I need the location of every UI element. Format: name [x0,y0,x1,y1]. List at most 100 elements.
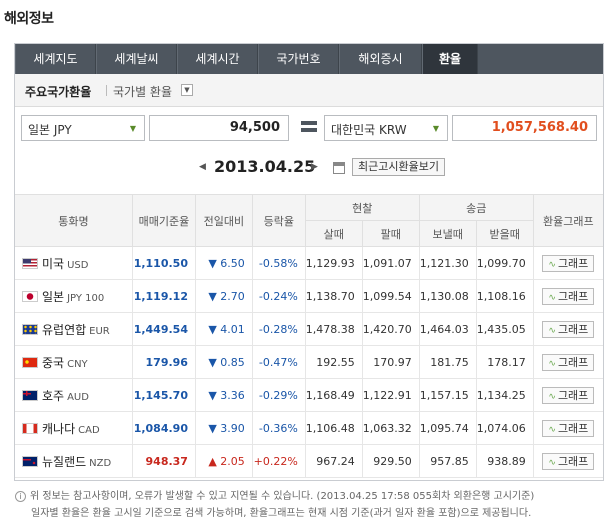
cash-sell: 1,122.91 [361,378,420,412]
graph-button[interactable]: ∿ 그래프 [542,287,595,305]
jp-flag-icon [22,290,38,302]
graph-button[interactable]: ∿ 그래프 [542,320,595,338]
table-row: 유럽연합 EUR 1,449.54 ▼ 4.01 -0.28% 1,478.38 … [15,312,603,346]
remit-send: 1,157.15 [418,378,477,412]
currency-name: 미국 [42,256,65,271]
recent-rate-button[interactable]: 최근고시환율보기 [352,158,445,176]
cash-sell: 170.97 [361,345,420,379]
graph-label: 그래프 [557,355,589,369]
chart-icon: ∿ [548,358,556,369]
currency-name: 중국 [42,355,65,370]
cash-buy: 1,168.49 [304,378,363,412]
cash-sell: 1,420.70 [361,312,420,346]
tab-overseas-stock[interactable]: 해외증시 [339,44,422,74]
divider [106,85,107,96]
change-value: ▼ 6.50 [194,246,253,280]
next-date-icon[interactable]: ▶ [311,162,318,172]
remit-receive: 178.17 [475,345,534,379]
remit-send: 1,130.08 [418,279,477,313]
currency-code: EUR [89,325,110,337]
info-icon: i [15,491,26,502]
tab-world-map[interactable]: 세계지도 [15,44,96,74]
ca-flag-icon [22,422,38,434]
calendar-icon[interactable] [333,162,345,174]
cn-flag-icon [22,356,38,368]
chart-icon: ∿ [548,457,556,468]
table-row: 뉴질랜드 NZD 948.37 ▲ 2.05 +0.22% 967.24 929.… [15,444,603,478]
col-cash: 현찰 [304,194,420,221]
from-amount-value: 94,500 [229,120,280,135]
change-rate: -0.24% [251,279,306,313]
base-rate: 1,110.50 [131,246,196,280]
us-flag-icon [22,257,38,269]
cash-sell: 929.50 [361,444,420,478]
change-rate: -0.29% [251,378,306,412]
tab-exchange-rate[interactable]: 환율 [422,44,478,74]
note-line-2: 일자별 환율은 환율 고시일 기준으로 검색 가능하며, 환율그래프는 현재 시… [31,508,532,519]
currency-name: 뉴질랜드 [42,454,87,469]
eu-flag-icon [22,323,38,335]
col-base-rate: 매매기준율 [131,194,196,247]
tab-country-code[interactable]: 국가번호 [258,44,339,74]
to-amount-output[interactable]: 1,057,568.40 [452,115,597,141]
currency-code: CNY [67,358,88,370]
change-rate: -0.47% [251,345,306,379]
change-value: ▼ 3.90 [194,411,253,445]
graph-button[interactable]: ∿ 그래프 [542,386,595,404]
base-rate: 179.96 [131,345,196,379]
table-row: 호주 AUD 1,145.70 ▼ 3.36 -0.29% 1,168.49 1,… [15,378,603,412]
base-rate: 948.37 [131,444,196,478]
change-value: ▼ 0.85 [194,345,253,379]
tab-bar: 세계지도 세계날씨 세계시간 국가번호 해외증시 환율 [15,44,603,74]
remit-send: 181.75 [418,345,477,379]
change-value: ▼ 2.70 [194,279,253,313]
current-date: 2013.04.25 [214,157,316,176]
prev-date-icon[interactable]: ◀ [199,162,206,172]
chart-icon: ∿ [548,292,556,303]
date-navigator: ◀ 2013.04.25 ▶ 최근고시환율보기 [15,153,603,185]
remit-receive: 1,435.05 [475,312,534,346]
remit-receive: 1,099.70 [475,246,534,280]
currency-calculator: 일본 JPY ▼ 94,500 대한민국 KRW ▼ 1,057,568.40 [15,108,603,146]
graph-button[interactable]: ∿ 그래프 [542,254,595,272]
remit-send: 1,464.03 [418,312,477,346]
tab-world-time[interactable]: 세계시간 [177,44,258,74]
change-rate: -0.36% [251,411,306,445]
base-rate: 1,084.90 [131,411,196,445]
caret-down-icon: ▼ [432,124,439,133]
cash-buy: 967.24 [304,444,363,478]
cash-buy: 192.55 [304,345,363,379]
graph-button[interactable]: ∿ 그래프 [542,419,595,437]
graph-label: 그래프 [557,256,589,270]
from-currency-select[interactable]: 일본 JPY ▼ [21,115,145,141]
exchange-panel: 세계지도 세계날씨 세계시간 국가번호 해외증시 환율 주요국가환율 국가별 환… [14,43,604,481]
col-cash-buy: 살때 [305,220,363,247]
cash-sell: 1,099.54 [361,279,420,313]
graph-button[interactable]: ∿ 그래프 [542,452,595,470]
remit-send: 957.85 [418,444,477,478]
currency-name: 호주 [42,388,65,403]
remit-send: 1,095.74 [418,411,477,445]
cash-buy: 1,138.70 [304,279,363,313]
graph-label: 그래프 [557,289,589,303]
chevron-down-icon[interactable]: ▼ [181,84,193,96]
to-currency-label: 대한민국 KRW [331,123,407,137]
note-line-1: 위 정보는 참고사항이며, 오류가 발생할 수 있고 지연될 수 있습니다. (… [30,491,535,502]
caret-down-icon: ▼ [129,124,136,133]
col-graph: 환율그래프 [532,194,603,247]
graph-button[interactable]: ∿ 그래프 [542,353,595,371]
cash-sell: 1,063.32 [361,411,420,445]
exchange-rate-table: 통화명 매매기준율 전일대비 등락율 현찰 송금 환율그래프 살때 팔때 보낼때… [15,194,603,478]
graph-label: 그래프 [557,421,589,435]
currency-name: 캐나다 [42,421,76,436]
equals-icon [301,121,317,133]
country-rate-select-label[interactable]: 국가별 환율 [113,83,172,100]
from-amount-input[interactable]: 94,500 [149,115,289,141]
graph-label: 그래프 [557,454,589,468]
col-cash-sell: 팔때 [361,220,420,247]
col-remit-receive: 받을때 [475,220,534,247]
au-flag-icon [22,389,38,401]
chart-icon: ∿ [548,424,556,435]
to-currency-select[interactable]: 대한민국 KRW ▼ [324,115,448,141]
tab-world-weather[interactable]: 세계날씨 [96,44,177,74]
